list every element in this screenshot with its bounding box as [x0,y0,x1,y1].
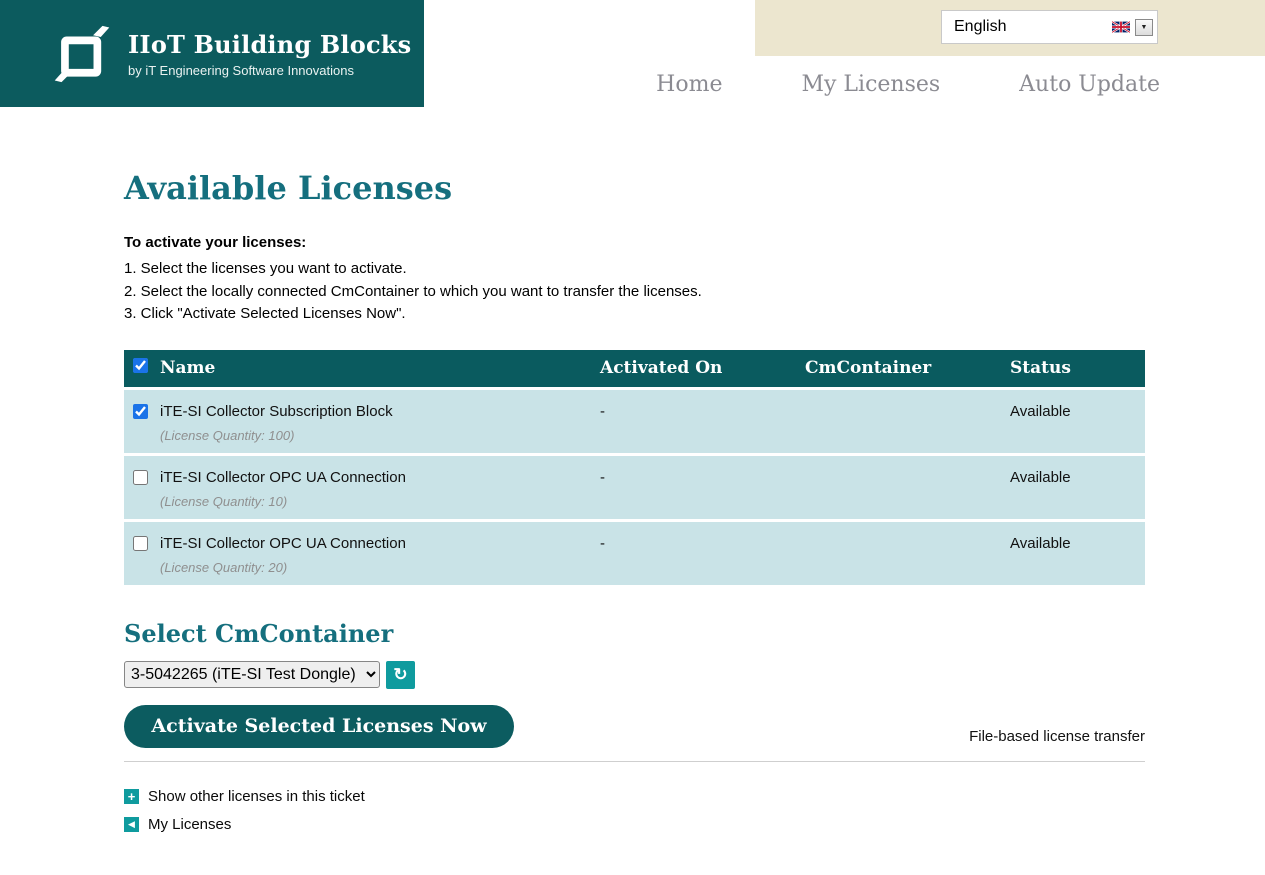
license-checkbox[interactable] [133,470,148,485]
select-all-checkbox[interactable] [133,358,148,373]
page-title: Available Licenses [124,169,1145,207]
cmcontainer-select[interactable]: 3-5042265 (iTE-SI Test Dongle) [124,661,380,688]
footer-links: + Show other licenses in this ticket ◀ M… [124,788,1145,833]
show-other-licenses-link[interactable]: + Show other licenses in this ticket [124,788,365,805]
cmcontainer-section-title: Select CmContainer [124,619,1145,648]
license-name: iTE-SI Collector OPC UA Connection [160,469,600,486]
license-checkbox[interactable] [133,536,148,551]
column-header-status: Status [1010,358,1145,378]
table-row: iTE-SI Collector Subscription Block (Lic… [124,390,1145,453]
license-status: Available [1010,456,1145,486]
license-quantity: (License Quantity: 20) [160,560,600,575]
license-activated-on: - [600,456,805,486]
back-arrow-icon: ◀ [124,817,139,832]
instruction-step: 1. Select the licenses you want to activ… [124,258,1145,281]
my-licenses-back-link[interactable]: ◀ My Licenses [124,816,231,833]
refresh-icon: ↻ [393,666,407,683]
license-status: Available [1010,390,1145,420]
column-header-activated-on: Activated On [600,358,805,378]
license-name: iTE-SI Collector OPC UA Connection [160,535,600,552]
column-header-cmcontainer: CmContainer [805,358,1010,378]
license-quantity: (License Quantity: 10) [160,494,600,509]
main-content: Available Licenses To activate your lice… [124,169,1145,833]
table-row: iTE-SI Collector OPC UA Connection (Lice… [124,456,1145,519]
nav-home[interactable]: Home [656,72,722,97]
language-selected-label: English [954,18,1006,36]
instruction-step: 3. Click "Activate Selected Licenses Now… [124,303,1145,326]
brand-text: IIoT Building Blocks by iT Engineering S… [128,30,411,78]
language-dropdown-button[interactable]: ▼ [1135,19,1153,36]
license-activated-on: - [600,522,805,552]
license-cmcontainer [805,456,1010,469]
page: IIoT Building Blocks by iT Engineering S… [0,0,1265,875]
my-licenses-back-label: My Licenses [148,816,231,833]
brand-title: IIoT Building Blocks [128,30,411,59]
license-cmcontainer [805,390,1010,403]
language-bar: English ▼ [755,0,1265,56]
license-name: iTE-SI Collector Subscription Block [160,403,600,420]
refresh-button[interactable]: ↻ [386,661,415,689]
header: IIoT Building Blocks by iT Engineering S… [0,0,1265,107]
table-row: iTE-SI Collector OPC UA Connection (Lice… [124,522,1145,585]
activate-selected-licenses-button[interactable]: Activate Selected Licenses Now [124,705,514,748]
nav-my-licenses[interactable]: My Licenses [801,72,940,97]
instruction-step: 2. Select the locally connected CmContai… [124,281,1145,304]
license-quantity: (License Quantity: 100) [160,428,600,443]
divider [124,761,1145,762]
expand-plus-icon: + [124,789,139,804]
licenses-table: Name Activated On CmContainer Status iTE… [124,350,1145,585]
brand-logo-icon [53,18,111,90]
action-row: Activate Selected Licenses Now File-base… [124,705,1145,748]
file-based-license-transfer-link[interactable]: File-based license transfer [969,728,1145,748]
uk-flag-icon [1112,21,1130,33]
license-status: Available [1010,522,1145,552]
cmcontainer-row: 3-5042265 (iTE-SI Test Dongle) ↻ [124,661,1145,689]
column-header-name: Name [160,358,600,378]
language-selector[interactable]: English ▼ [941,10,1158,44]
license-checkbox[interactable] [133,404,148,419]
instructions-title: To activate your licenses: [124,234,1145,251]
table-header-row: Name Activated On CmContainer Status [124,350,1145,387]
main-nav: Home My Licenses Auto Update [656,72,1160,97]
activation-instructions: To activate your licenses: 1. Select the… [124,234,1145,326]
brand-logo-box[interactable]: IIoT Building Blocks by iT Engineering S… [0,0,424,107]
brand-subtitle: by iT Engineering Software Innovations [128,63,411,78]
license-activated-on: - [600,390,805,420]
show-other-licenses-label: Show other licenses in this ticket [148,788,365,805]
license-cmcontainer [805,522,1010,535]
nav-auto-update[interactable]: Auto Update [1019,72,1160,97]
